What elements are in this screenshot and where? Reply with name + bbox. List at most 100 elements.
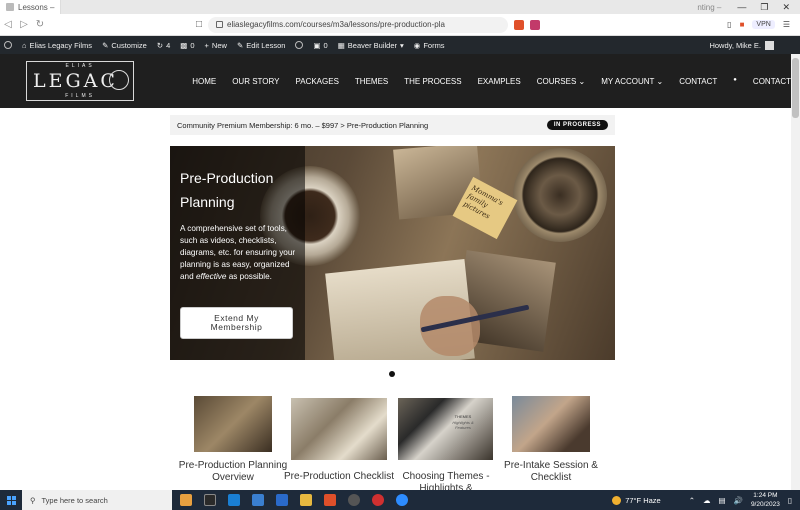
updates-count: 4 (166, 40, 171, 50)
site-logo[interactable]: ELIAS LEGAC FILMS (26, 61, 135, 101)
wp-site-name[interactable]: ⌂ Elias Legacy Films (22, 41, 92, 50)
sun-icon (612, 495, 622, 505)
taskbar-search[interactable]: ⚲ Type here to search (22, 490, 172, 510)
caret-down-icon: ▾ (400, 40, 404, 50)
browser-toolbar-right: ▯ ■ VPN ☰ (727, 20, 800, 29)
nav-contact[interactable]: CONTACT (679, 77, 717, 86)
wp-beaver-builder[interactable]: ▦ Beaver Builder ▾ (338, 41, 404, 50)
mail-icon[interactable] (276, 494, 288, 506)
page-favicon-icon (6, 3, 14, 11)
url-field[interactable]: eliaslegacyfilms.com/courses/m3a/lessons… (208, 16, 509, 33)
logo-top-text: ELIAS (65, 63, 95, 69)
system-tray: 77°F Haze ⌃ ☁ ▤ 🔊 1:24 PM 9/20/2023 ▯ (612, 491, 800, 509)
wp-new[interactable]: + New (205, 41, 227, 50)
breadcrumb-text[interactable]: Community Premium Membership: 6 mo. – $9… (177, 121, 428, 130)
brave-rewards-icon[interactable] (530, 19, 541, 30)
edge-icon[interactable] (228, 494, 240, 506)
start-button[interactable] (0, 495, 22, 505)
cloud-icon[interactable]: ☁ (703, 496, 711, 505)
hero-text-emphasis: effective (195, 272, 227, 281)
nav-themes[interactable]: THEMES (355, 77, 388, 86)
browser-tab-2[interactable]: nting – (697, 3, 727, 12)
volume-icon[interactable]: 🔊 (734, 496, 743, 505)
film-reel-image (513, 148, 607, 242)
lesson-thumbnail[interactable]: THEMES Highlights & Features (398, 398, 493, 460)
notifications-icon[interactable]: ▯ (788, 496, 792, 505)
nav-packages[interactable]: PACKAGES (295, 77, 338, 86)
github-icon[interactable] (348, 494, 360, 506)
pencil-icon: ✎ (236, 40, 244, 50)
brave-icon[interactable] (324, 494, 336, 506)
hero-description: A comprehensive set of tools, such as vi… (180, 223, 305, 283)
lesson-thumbnail[interactable] (194, 396, 272, 452)
nav-examples[interactable]: EXAMPLES (478, 77, 521, 86)
breadcrumb: Community Premium Membership: 6 mo. – $9… (170, 115, 615, 135)
network-icon[interactable]: ▤ (719, 496, 726, 505)
nav-separator-icon: ● (733, 76, 737, 83)
sidebar-icon[interactable]: ▯ (727, 20, 731, 29)
chevron-down-icon: ⌄ (578, 76, 586, 86)
lesson-title[interactable]: Pre-Production Checklist (279, 471, 399, 483)
menu-icon[interactable]: ☰ (783, 20, 790, 29)
tray-chevron-icon[interactable]: ⌃ (689, 496, 695, 505)
wp-forms[interactable]: ◉ Forms (414, 41, 445, 50)
lesson-thumbnail[interactable] (291, 398, 387, 460)
forward-icon[interactable]: ▷ (16, 19, 32, 30)
wp-astra[interactable] (295, 41, 304, 49)
file-explorer-icon[interactable] (300, 494, 312, 506)
reload-icon[interactable]: ↻ (32, 19, 48, 30)
nav-the-process[interactable]: THE PROCESS (404, 77, 461, 86)
close-icon[interactable]: ✕ (782, 2, 790, 13)
page-scrollbar[interactable] (791, 54, 800, 490)
site-name-label: Elias Legacy Films (29, 40, 93, 50)
updates-icon: ↻ (156, 40, 164, 50)
wallet-icon[interactable]: ■ (740, 20, 745, 29)
brave-shield-icon[interactable] (514, 19, 525, 30)
clock[interactable]: 1:24 PM 9/20/2023 (751, 491, 780, 509)
customize-label: Customize (111, 40, 147, 50)
wp-counter[interactable]: ▣ 0 (313, 41, 327, 50)
maximize-icon[interactable]: ❐ (760, 2, 768, 13)
nav-our-story[interactable]: OUR STORY (232, 77, 279, 86)
bookmark-icon[interactable]: □ (196, 19, 202, 30)
nav-courses[interactable]: COURSES ⌄ (537, 77, 586, 86)
extend-membership-button[interactable]: Extend My Membership (180, 307, 293, 339)
browser-tab-bar: Lessons – nting – — ❐ ✕ (0, 0, 800, 14)
new-label: New (211, 40, 227, 50)
counter-value: 0 (323, 40, 328, 50)
window-controls: — ❐ ✕ (727, 2, 800, 13)
lesson-thumbnail[interactable] (512, 396, 590, 452)
wp-logo-menu[interactable] (4, 41, 12, 49)
wp-account-menu[interactable]: Howdy, Mike E. (709, 40, 800, 50)
hero-title: Pre-Production Planning (180, 170, 274, 210)
vpn-button[interactable]: VPN (752, 20, 775, 29)
status-badge: IN PROGRESS (546, 120, 608, 130)
wp-customize[interactable]: ✎ Customize (102, 41, 147, 50)
comments-count: 0 (190, 40, 195, 50)
astra-icon (295, 41, 304, 49)
nav-my-account[interactable]: MY ACCOUNT ⌄ (601, 77, 663, 86)
zoom-icon[interactable] (396, 494, 408, 506)
scrollbar-thumb[interactable] (792, 58, 799, 118)
slider-dot[interactable] (389, 371, 395, 377)
wp-updates[interactable]: ↻ 4 (157, 41, 170, 50)
back-icon[interactable]: ◁ (0, 19, 16, 30)
wp-comments[interactable]: ▩ 0 (180, 41, 194, 50)
search-icon: ⚲ (30, 495, 36, 505)
browser-tab[interactable]: Lessons – (0, 0, 62, 14)
lesson-title[interactable]: Pre-Production Planning Overview (173, 460, 293, 484)
nav-contact-2[interactable]: CONTACT (753, 77, 791, 86)
store-icon[interactable] (252, 494, 264, 506)
wordpress-icon (4, 41, 12, 49)
task-view-icon[interactable] (204, 494, 216, 506)
minimize-icon[interactable]: — (737, 2, 746, 13)
app-icon[interactable] (372, 494, 384, 506)
wp-admin-bar: ⌂ Elias Legacy Films ✎ Customize ↻ 4 ▩ 0 + Ne… (0, 36, 800, 54)
forms-icon: ◉ (413, 40, 421, 50)
news-widget-icon[interactable] (180, 494, 192, 506)
wp-edit-lesson[interactable]: ✎ Edit Lesson (237, 41, 286, 50)
nav-home[interactable]: HOME (192, 77, 216, 86)
weather-widget[interactable]: 77°F Haze (612, 495, 661, 505)
nav-courses-label: COURSES (536, 76, 577, 86)
lesson-title[interactable]: Pre-Intake Session & Checklist (491, 460, 611, 484)
